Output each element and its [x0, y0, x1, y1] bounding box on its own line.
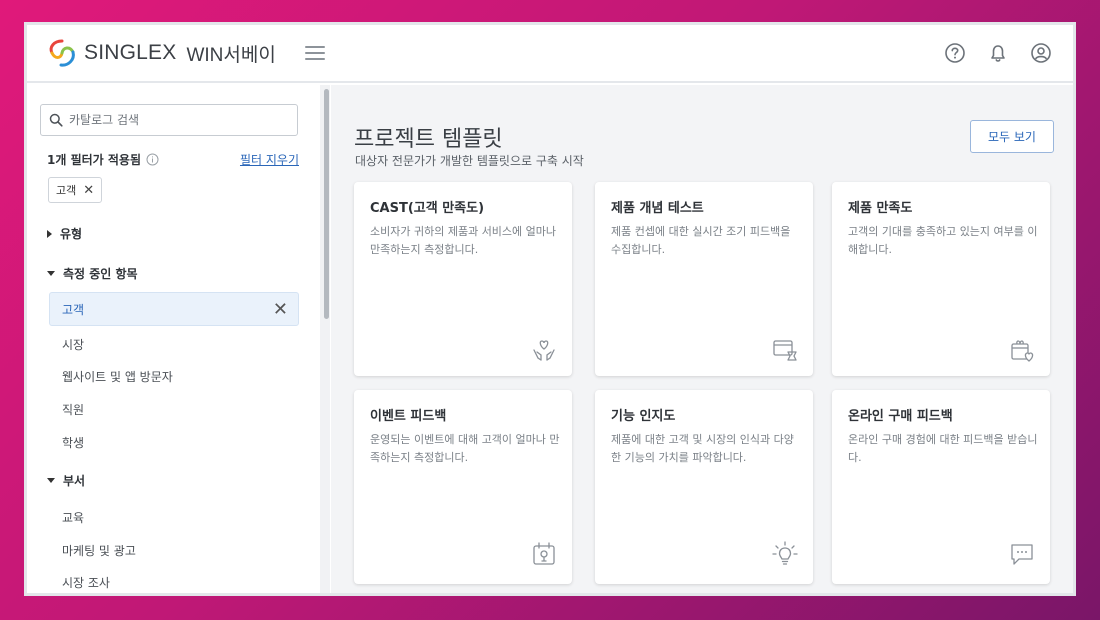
card-title: 제품 개념 테스트 — [611, 201, 704, 216]
close-icon[interactable]: ✕ — [273, 299, 288, 320]
hamburger-menu-icon[interactable] — [304, 44, 326, 62]
help-icon[interactable] — [943, 41, 967, 65]
view-all-button[interactable]: 모두 보기 — [970, 120, 1054, 153]
card-title: 제품 만족도 — [848, 201, 913, 216]
account-icon[interactable] — [1029, 41, 1053, 65]
page-title: 프로젝트 템플릿 — [354, 127, 503, 152]
sidebar-item-market[interactable]: 시장 — [62, 336, 84, 353]
product-name: WIN서베이 — [186, 44, 276, 66]
card-title: CAST(고객 만족도) — [370, 201, 485, 216]
template-card-feature-awareness[interactable]: 기능 인지도 제품에 대한 고객 및 시장의 인식과 다양한 기능의 가치를 파… — [595, 390, 813, 584]
card-title: 온라인 구매 피드백 — [848, 409, 953, 424]
search-input[interactable] — [69, 113, 279, 127]
section-type[interactable]: 유형 — [47, 225, 82, 242]
sidebar-item-label: 고객 — [62, 302, 85, 317]
caret-down-icon — [47, 478, 55, 483]
template-card-online-purchase[interactable]: 온라인 구매 피드백 온라인 구매 경험에 대한 피드백을 받습니다. — [832, 390, 1050, 584]
caret-down-icon — [47, 271, 55, 276]
gift-heart-icon — [1011, 340, 1034, 362]
singlex-logo-icon — [49, 39, 75, 67]
sidebar-item-web-visitors[interactable]: 웹사이트 및 앱 방문자 — [62, 368, 173, 385]
sidebar-item-marketing[interactable]: 마케팅 및 광고 — [62, 542, 136, 559]
page-subtitle: 대상자 전문가가 개발한 템플릿으로 구축 시작 — [355, 154, 584, 168]
section-label: 측정 중인 항목 — [63, 267, 138, 281]
chat-icon — [1011, 544, 1033, 565]
clear-filters-link[interactable]: 필터 지우기 — [240, 151, 299, 168]
search-icon — [49, 113, 63, 127]
catalog-sidebar: 1개 필터가 적용됨 필터 지우기 고객 ✕ 유형 측정 중인 항목 고객 ✕ … — [27, 85, 331, 593]
app: SINGLEX WIN서베이 카탈로그 검색 1개 필터가 적용됨 필터 지우기… — [27, 25, 1073, 593]
remove-chip-icon[interactable]: ✕ — [83, 183, 94, 198]
main-content: 프로젝트 템플릿 대상자 전문가가 개발한 템플릿으로 구축 시작 모두 보기 … — [331, 85, 1073, 593]
card-description: 온라인 구매 경험에 대한 피드백을 받습니다. — [848, 433, 1038, 464]
card-description: 고객의 기대를 충족하고 있는지 여부를 이해합니다. — [848, 225, 1038, 256]
caret-right-icon — [47, 229, 52, 238]
card-title: 이벤트 피드백 — [370, 409, 447, 424]
card-description: 제품에 대한 고객 및 시장의 인식과 다양한 기능의 가치를 파악합니다. — [611, 433, 794, 464]
catalog-search[interactable] — [40, 104, 298, 136]
filter-status-row: 1개 필터가 적용됨 필터 지우기 — [47, 151, 299, 168]
sidebar-item-employees[interactable]: 직원 — [62, 401, 84, 418]
bell-icon[interactable] — [986, 41, 1010, 65]
card-description: 소비자가 귀하의 제품과 서비스에 얼마나 만족하는지 측정합니다. — [370, 225, 557, 256]
card-title: 기능 인지도 — [611, 409, 676, 424]
sidebar-item-students[interactable]: 학생 — [62, 434, 84, 451]
sidebar-item-education[interactable]: 교육 — [62, 509, 84, 526]
template-card-event-feedback[interactable]: 이벤트 피드백 운영되는 이벤트에 대해 고객이 얼마나 만족하는지 측정합니다… — [354, 390, 572, 584]
lightbulb-icon — [772, 541, 798, 565]
template-card-concept-test[interactable]: 제품 개념 테스트 제품 컨셉에 대한 실시간 조기 피드백을 수집합니다. — [595, 182, 813, 376]
header-actions — [943, 41, 1053, 65]
logo[interactable]: SINGLEX WIN서베이 — [45, 37, 276, 69]
template-card-satisfaction[interactable]: 제품 만족도 고객의 기대를 충족하고 있는지 여부를 이해합니다. — [832, 182, 1050, 376]
section-label: 부서 — [63, 474, 86, 488]
card-description: 제품 컨셉에 대한 실시간 조기 피드백을 수집합니다. — [611, 225, 791, 256]
brand-name: SINGLEX — [84, 41, 177, 64]
section-department[interactable]: 부서 — [47, 472, 85, 489]
heart-hands-icon — [533, 340, 555, 361]
section-measured[interactable]: 측정 중인 항목 — [47, 265, 138, 282]
template-card-cast[interactable]: CAST(고객 만족도) 소비자가 귀하의 제품과 서비스에 얼마나 만족하는지… — [354, 182, 572, 376]
product-test-icon — [773, 340, 797, 361]
filter-chip: 고객 ✕ — [48, 177, 103, 203]
sidebar-item-market-research[interactable]: 시장 조사 — [62, 574, 110, 591]
sidebar-scrollbar-thumb[interactable] — [324, 89, 329, 319]
calendar-event-icon — [533, 542, 555, 565]
sidebar-item-customer[interactable]: 고객 ✕ — [49, 292, 299, 326]
card-description: 운영되는 이벤트에 대해 고객이 얼마나 만족하는지 측정합니다. — [370, 433, 560, 464]
window-frame: SINGLEX WIN서베이 카탈로그 검색 1개 필터가 적용됨 필터 지우기… — [24, 22, 1076, 596]
filter-count-label: 1개 필터가 적용됨 — [47, 153, 141, 167]
section-label: 유형 — [60, 227, 83, 241]
top-header: SINGLEX WIN서베이 — [27, 25, 1073, 83]
filter-chip-label: 고객 — [56, 184, 77, 197]
info-icon[interactable] — [146, 153, 159, 166]
